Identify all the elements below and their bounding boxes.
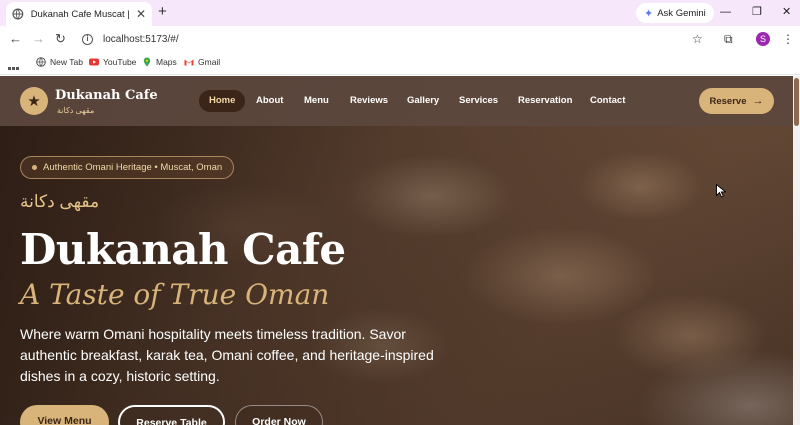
globe-icon [12, 8, 24, 20]
hero-title: Dukanah Cafe [20, 225, 346, 274]
reserve-label: Reserve [709, 95, 747, 107]
arrow-right-icon: → [752, 95, 764, 107]
view-menu-button[interactable]: View Menu [20, 405, 109, 425]
mouse-cursor-icon [716, 184, 726, 198]
badge-dot [32, 165, 37, 170]
globe-icon [36, 57, 46, 67]
close-window-icon[interactable]: ✕ [782, 5, 791, 19]
badge-text: Authentic Omani Heritage • Muscat, Oman [43, 162, 223, 173]
menu-dots-icon[interactable]: ⋮ [782, 33, 794, 46]
scrollbar-thumb[interactable] [794, 78, 799, 126]
new-tab-button[interactable]: + [158, 4, 167, 20]
cast-icon[interactable]: ⧉ [724, 33, 733, 46]
hero-subtitle: A Taste of True Oman [20, 278, 330, 311]
order-now-button[interactable]: Order Now [235, 405, 323, 425]
nav-about[interactable]: About [256, 90, 283, 112]
tab-title: Dukanah Cafe Muscat | Authentic Omani He… [30, 8, 132, 20]
nav-home[interactable]: Home [199, 90, 246, 112]
bookmark-maps[interactable]: Maps [142, 57, 177, 67]
reload-icon[interactable]: ↻ [55, 32, 66, 46]
gmail-icon [184, 59, 194, 66]
browser-toolbar: ← → ↻ i localhost:5173/#/ ☆ ⧉ ⋮ [0, 26, 800, 53]
bookmark-youtube[interactable]: YouTube [89, 57, 136, 67]
ask-gemini-button[interactable]: ✦ Ask Gemini [636, 3, 714, 23]
youtube-icon [89, 58, 99, 66]
hero-description: Where warm Omani hospitality meets timel… [20, 326, 434, 384]
reserve-button[interactable]: Reserve → [699, 88, 774, 114]
site-navbar: ★ Dukanah Cafe مقهى دكانة Home About Men… [0, 76, 800, 126]
close-tab-icon[interactable]: ✕ [136, 8, 146, 20]
nav-contact[interactable]: Contact [590, 90, 625, 112]
gemini-sparkle-icon: ✦ [644, 7, 654, 20]
nav-services[interactable]: Services [459, 90, 498, 112]
logo-name[interactable]: Dukanah Cafe [55, 88, 158, 103]
info-icon[interactable]: i [82, 34, 93, 45]
bookmark-new-tab[interactable]: New Tab [36, 57, 83, 67]
forward-icon[interactable]: → [32, 32, 45, 46]
reserve-table-button[interactable]: Reserve Table [118, 405, 225, 425]
maps-pin-icon [143, 57, 151, 67]
address-bar[interactable]: i localhost:5173/#/ [72, 29, 712, 50]
restore-icon[interactable]: ❐ [752, 5, 762, 19]
nav-gallery[interactable]: Gallery [407, 90, 439, 112]
nav-reviews[interactable]: Reviews [350, 90, 388, 112]
browser-tab[interactable]: Dukanah Cafe Muscat | Authentic Omani He… [6, 2, 152, 26]
profile-avatar[interactable]: S [756, 32, 770, 46]
back-icon[interactable]: ← [9, 32, 22, 46]
browser-tab-bar: Dukanah Cafe Muscat | Authentic Omani He… [0, 0, 800, 26]
hero-arabic-title: مقهى دكانة [20, 192, 100, 211]
minimize-icon[interactable]: — [720, 5, 731, 19]
heritage-badge: Authentic Omani Heritage • Muscat, Oman [20, 156, 235, 179]
bookmark-star-icon[interactable]: ☆ [692, 33, 703, 46]
cafe-website: ★ Dukanah Cafe مقهى دكانة Home About Men… [0, 76, 800, 425]
logo-arabic: مقهى دكانة [57, 106, 95, 115]
gemini-label: Ask Gemini [657, 7, 706, 19]
bookmarks-bar: New Tab YouTube Maps Gmail [0, 53, 800, 75]
nav-menu[interactable]: Menu [304, 90, 329, 112]
page-scrollbar[interactable] [793, 76, 800, 425]
star-logo-icon[interactable]: ★ [20, 87, 48, 115]
bookmark-gmail[interactable]: Gmail [184, 57, 220, 67]
nav-reservation[interactable]: Reservation [518, 90, 572, 112]
url-text[interactable]: localhost:5173/#/ [103, 34, 179, 45]
